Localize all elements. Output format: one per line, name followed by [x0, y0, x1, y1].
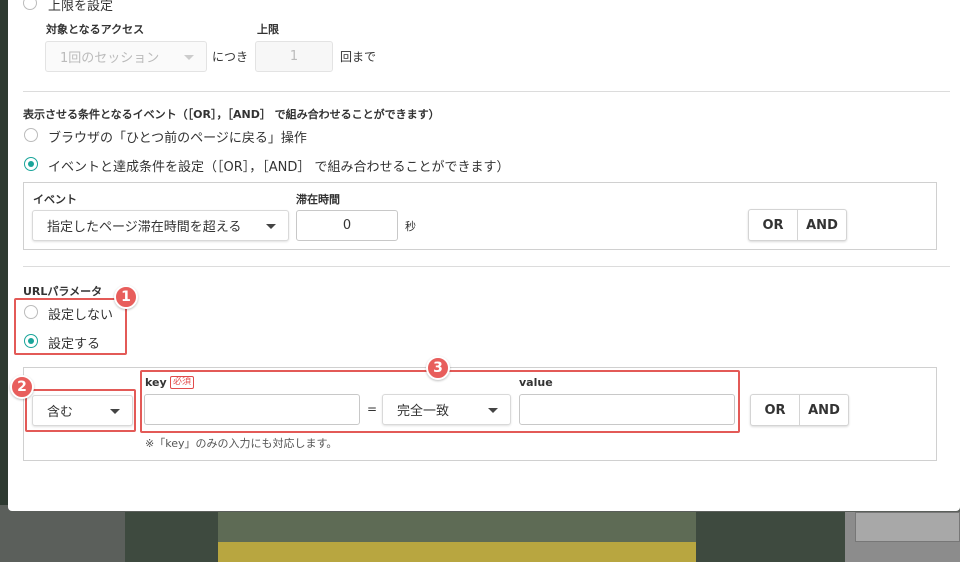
- max-label: 上限: [257, 23, 279, 36]
- url-param-heading: URLパラメータ: [23, 285, 103, 298]
- radio-event-condition-label: イベントと達成条件を設定（［OR］，［AND］ で組み合わせることができます）: [48, 160, 510, 175]
- radio-back-operation[interactable]: [24, 128, 38, 142]
- annotation-badge-2: 2: [10, 375, 34, 399]
- event-select-value: 指定したページ滞在時間を超える: [47, 220, 242, 235]
- access-select-value: 1回のセッション: [60, 51, 160, 66]
- annotation-frame-2: [25, 389, 136, 432]
- per-label: につき: [212, 50, 249, 64]
- annotation-badge-1: 1: [114, 285, 138, 309]
- annotation-badge-3: 3: [426, 356, 450, 380]
- stay-time-label: 滞在時間: [296, 193, 340, 206]
- url-param-logic-buttons: OR AND: [750, 394, 849, 426]
- chevron-down-icon: [266, 224, 276, 229]
- max-input[interactable]: 1: [255, 41, 333, 72]
- chevron-down-icon: [184, 55, 194, 60]
- annotation-frame-1: [14, 298, 127, 355]
- radio-back-operation-label: ブラウザの「ひとつ前のページに戻る」操作: [48, 131, 307, 146]
- seconds-unit: 秒: [405, 220, 416, 233]
- or-button[interactable]: OR: [749, 210, 797, 240]
- radio-set-limit-label: 上限を設定: [48, 0, 114, 14]
- access-select[interactable]: 1回のセッション: [45, 41, 207, 72]
- until-label: 回まで: [340, 50, 377, 64]
- background-banner-button: [218, 542, 696, 562]
- background-side-card: [855, 512, 960, 542]
- access-label: 対象となるアクセス: [46, 23, 145, 36]
- divider: [23, 266, 950, 267]
- and-button[interactable]: AND: [797, 210, 846, 240]
- event-label: イベント: [33, 193, 77, 206]
- radio-set-limit[interactable]: [23, 0, 37, 10]
- radio-event-condition[interactable]: [24, 157, 38, 171]
- settings-modal: 上限を設定 対象となるアクセス 上限 1回のセッション につき 1 回まで 表示…: [8, 0, 960, 511]
- or-button[interactable]: OR: [751, 395, 799, 425]
- and-button[interactable]: AND: [799, 395, 848, 425]
- event-select[interactable]: 指定したページ滞在時間を超える: [32, 210, 289, 241]
- conditions-heading: 表示させる条件となるイベント（［OR］，［AND］ で組み合わせることができます…: [23, 108, 440, 121]
- key-only-note: ※「key」のみの入力にも対応します。: [145, 437, 338, 450]
- divider: [23, 91, 950, 92]
- stay-time-input[interactable]: 0: [296, 210, 398, 241]
- event-logic-buttons: OR AND: [748, 209, 847, 241]
- background-overlay: [0, 0, 8, 562]
